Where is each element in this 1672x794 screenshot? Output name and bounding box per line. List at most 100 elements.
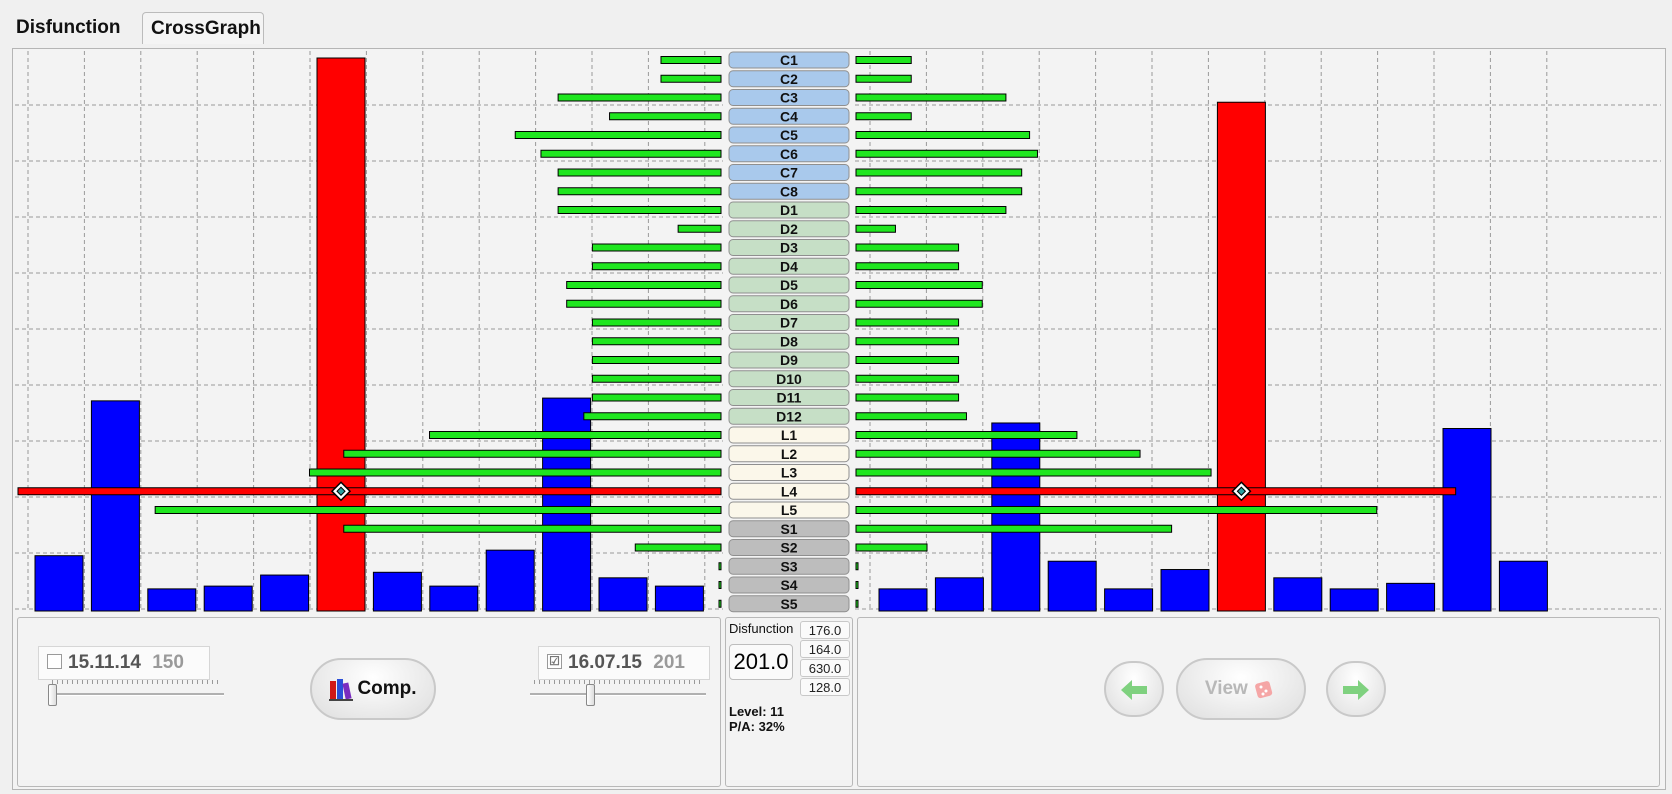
level-bar-left-l5 xyxy=(154,506,722,514)
comp-button[interactable]: Comp. xyxy=(310,658,436,720)
level-bar-right-l1 xyxy=(855,431,1078,439)
dice-icon xyxy=(1255,681,1273,699)
slider1-thumb[interactable] xyxy=(48,684,57,706)
level-bar-left-s2 xyxy=(634,543,722,552)
level-bar-left-c6 xyxy=(540,149,722,158)
level-bar-right-s3 xyxy=(855,562,859,571)
left-bar-l6 xyxy=(372,571,422,612)
slider2-track[interactable] xyxy=(530,693,706,696)
view-button[interactable]: View xyxy=(1176,658,1306,720)
level-bar-left-c1 xyxy=(660,56,722,64)
level-bar-left-c3 xyxy=(557,93,722,102)
books-icon xyxy=(329,678,354,701)
level-bar-right-c7 xyxy=(855,168,1023,177)
level-label-s1: S1 xyxy=(780,521,797,537)
right-bar-r8 xyxy=(1273,577,1323,612)
level-bar-left-l3 xyxy=(308,468,722,477)
slider1-track[interactable] xyxy=(48,693,224,696)
level-bar-right-d5 xyxy=(855,281,983,289)
left-bar-l2 xyxy=(598,577,648,612)
main-value: 201.0 xyxy=(729,644,793,680)
view-label: View xyxy=(1204,678,1248,699)
date2-box[interactable]: ☑ 16.07.15 201 xyxy=(538,646,710,680)
info-panel: Disfunction 201.0 176.0 164.0 630.0 128.… xyxy=(725,617,853,787)
level-label-s5: S5 xyxy=(780,596,797,612)
left-bar-l1 xyxy=(654,585,704,612)
right-bar-r2 xyxy=(934,577,984,612)
arrow-left-icon xyxy=(1121,680,1147,700)
date1-checkbox[interactable] xyxy=(47,653,62,669)
level-text: Level: 11 xyxy=(729,704,784,719)
level-label-d8: D8 xyxy=(780,333,798,349)
slider2-thumb[interactable] xyxy=(586,684,595,706)
prev-button[interactable] xyxy=(1104,661,1164,717)
left-bar-l4 xyxy=(485,549,535,612)
right-bar-r1 xyxy=(878,588,928,612)
tab-disfunction[interactable]: Disfunction xyxy=(8,12,129,44)
left-bar-l11 xyxy=(90,400,140,612)
right-bar-r10 xyxy=(1386,582,1436,612)
right-bar-r7 xyxy=(1216,101,1266,612)
level-label-d11: D11 xyxy=(777,390,802,406)
level-label-c4: C4 xyxy=(780,108,798,124)
level-label-d7: D7 xyxy=(780,315,798,331)
date1-box[interactable]: 15.11.14 150 xyxy=(38,646,210,680)
value-box-3: 630.0 xyxy=(800,659,850,677)
level-bar-left-c5 xyxy=(514,131,722,139)
level-bar-right-d12 xyxy=(855,412,967,421)
level-label-c2: C2 xyxy=(780,71,798,87)
level-bar-right-l4 xyxy=(855,487,1457,496)
right-bar-r4 xyxy=(1047,560,1097,612)
level-bar-left-c4 xyxy=(609,112,722,121)
level-bar-left-d9 xyxy=(591,356,722,364)
level-label-c5: C5 xyxy=(780,127,798,143)
tab-strip: Disfunction CrossGraph xyxy=(0,0,1672,48)
date2-label: 16.07.15 xyxy=(568,652,642,673)
level-label-d5: D5 xyxy=(780,277,798,293)
left-bar-l12 xyxy=(34,555,84,612)
value-box-1: 176.0 xyxy=(800,621,850,639)
level-bar-right-d7 xyxy=(855,318,960,327)
tab-crossgraph[interactable]: CrossGraph xyxy=(142,12,264,44)
level-bar-right-d1 xyxy=(855,206,1007,214)
date1-value: 150 xyxy=(152,652,184,673)
level-bar-right-c8 xyxy=(855,187,1023,196)
level-bar-left-d8 xyxy=(591,337,722,346)
level-label-l4: L4 xyxy=(781,483,798,499)
date2-checkbox[interactable]: ☑ xyxy=(547,653,562,669)
left-bar-l10 xyxy=(147,588,197,612)
level-bar-left-s5 xyxy=(718,599,722,608)
level-label-l5: L5 xyxy=(781,502,798,518)
level-bar-left-d4 xyxy=(591,262,722,271)
level-bar-left-c7 xyxy=(557,168,722,177)
right-bar-r11 xyxy=(1442,428,1492,612)
level-bar-right-d2 xyxy=(855,224,896,233)
level-bar-right-l3 xyxy=(855,468,1212,477)
level-bar-left-s1 xyxy=(343,524,722,533)
level-label-l3: L3 xyxy=(781,465,798,481)
level-bar-right-c2 xyxy=(855,74,912,83)
level-label-c7: C7 xyxy=(780,165,798,181)
level-label-s3: S3 xyxy=(780,558,797,574)
level-bar-left-d11 xyxy=(591,393,722,402)
level-bar-left-c8 xyxy=(557,187,722,196)
level-label-c3: C3 xyxy=(780,90,798,106)
level-bar-right-d6 xyxy=(855,299,983,308)
level-label-d9: D9 xyxy=(780,352,798,368)
level-label-s2: S2 xyxy=(780,540,797,556)
level-label-l2: L2 xyxy=(781,446,798,462)
level-label-d1: D1 xyxy=(780,202,798,218)
right-bar-r6 xyxy=(1160,569,1210,612)
level-bar-right-c4 xyxy=(855,112,912,121)
level-bar-right-d11 xyxy=(855,393,960,402)
level-bar-right-s4 xyxy=(855,581,859,589)
right-bar-r5 xyxy=(1104,588,1154,612)
left-control-panel: 15.11.14 150 Comp. ☑ 16.07.15 201 xyxy=(17,617,721,787)
level-label-c6: C6 xyxy=(780,146,798,162)
next-button[interactable] xyxy=(1326,661,1386,717)
level-bar-left-d5 xyxy=(566,281,722,289)
level-bar-left-d3 xyxy=(591,243,722,252)
date2-value: 201 xyxy=(653,652,685,673)
cross-chart: C1 C2 C3 C4 C5 C6 C7 C8 D1 D2 D3 D4 D5 D6 D7 D8 D9 D10 D11… xyxy=(15,51,1661,613)
level-bar-left-c2 xyxy=(660,74,722,83)
